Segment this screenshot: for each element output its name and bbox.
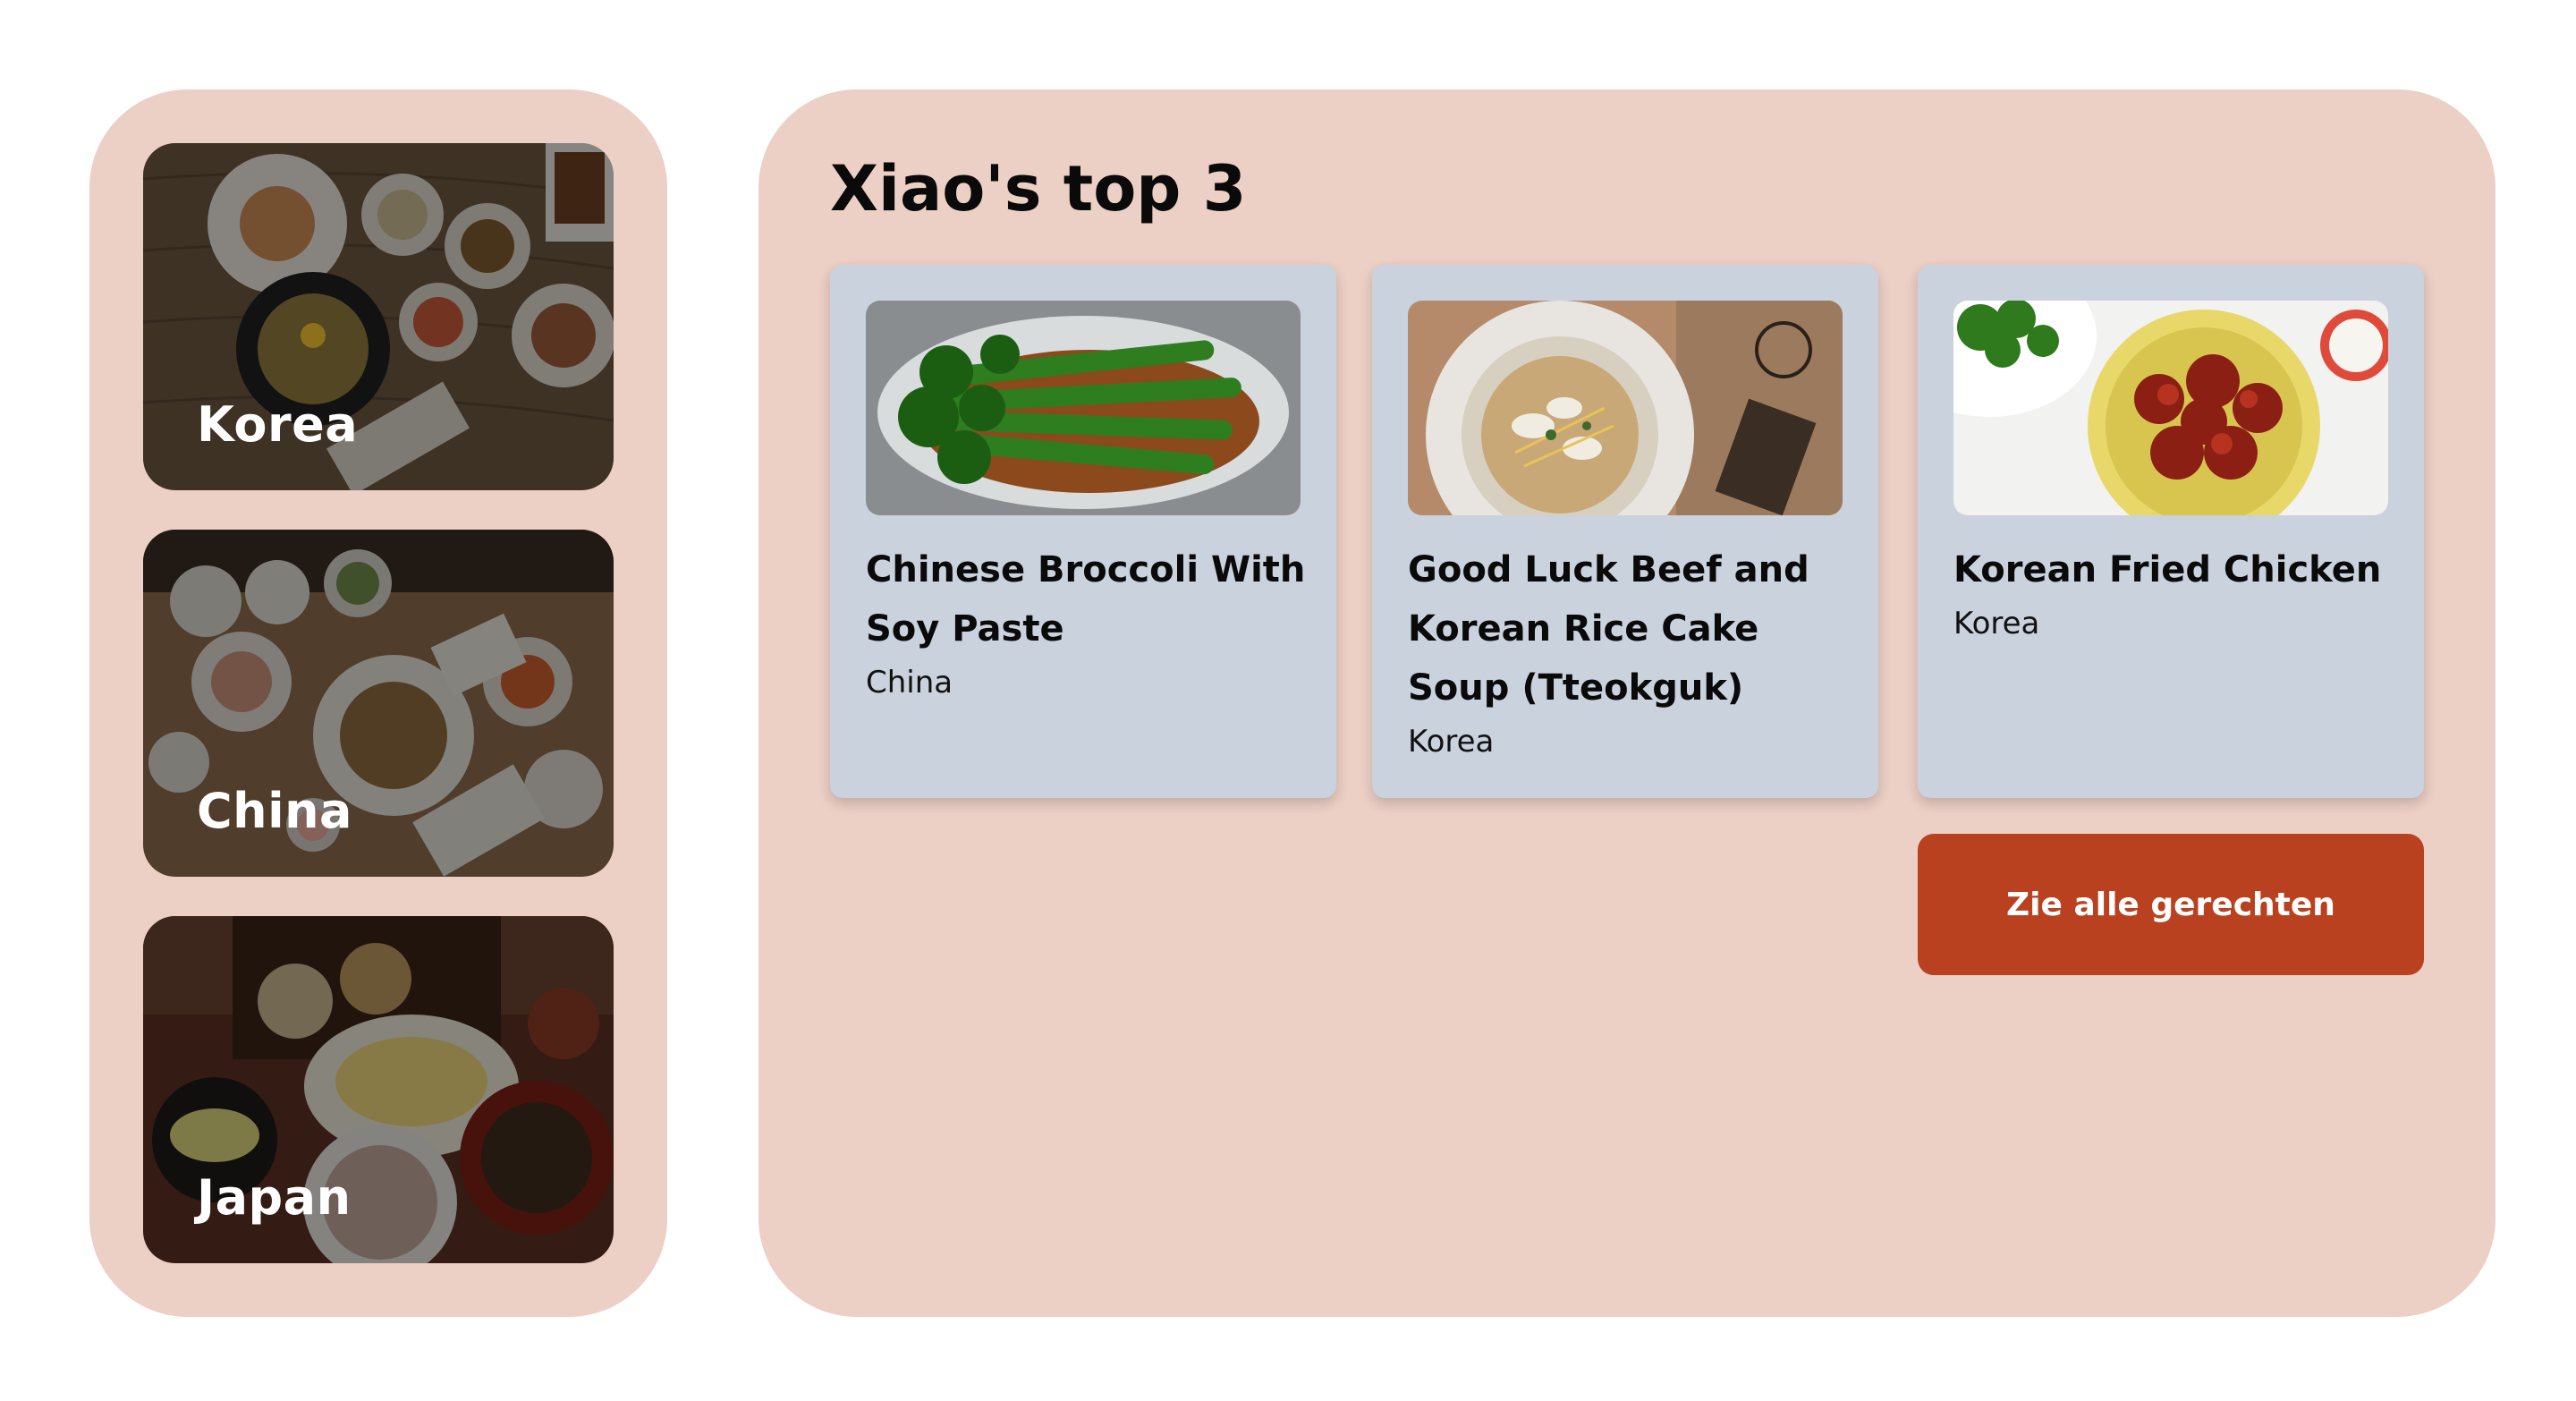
page-title: Xiao's top 3 <box>830 152 1247 225</box>
dish-card-fried-chicken[interactable]: Korean Fried Chicken Korea <box>1918 265 2424 798</box>
country-sidebar: Korea China Japan <box>89 89 667 1317</box>
country-tile-japan[interactable]: Japan <box>143 916 614 1263</box>
dish-country: China <box>866 665 953 700</box>
chicken-photo <box>1953 301 2388 515</box>
soup-photo <box>1408 301 1843 515</box>
dish-title: Good Luck Beef and Korean Rice Cake Soup… <box>1408 549 1809 709</box>
dish-photo <box>1408 301 1843 515</box>
dish-card-broccoli[interactable]: Chinese Broccoli With Soy Paste China <box>830 265 1336 798</box>
top-dishes-panel: Xiao's top 3 Chinese Broccoli With Soy P… <box>758 89 2496 1317</box>
dish-photo <box>866 301 1301 515</box>
dish-photo <box>1953 301 2388 515</box>
dish-info: Chinese Broccoli With Soy Paste China <box>866 540 1313 705</box>
dish-title: Chinese Broccoli With Soy Paste <box>866 549 1306 650</box>
country-label: Korea <box>197 396 359 453</box>
see-all-dishes-button[interactable]: Zie alle gerechten <box>1918 834 2424 975</box>
country-tile-china[interactable]: China <box>143 530 614 877</box>
dish-country: Korea <box>1953 606 2040 641</box>
dish-card-tteokguk[interactable]: Good Luck Beef and Korean Rice Cake Soup… <box>1372 265 1878 798</box>
dish-country: Korea <box>1408 724 1495 760</box>
broccoli-photo <box>866 301 1301 515</box>
country-tile-korea[interactable]: Korea <box>143 143 614 490</box>
country-label: China <box>197 783 352 839</box>
dish-info: Good Luck Beef and Korean Rice Cake Soup… <box>1408 540 1855 764</box>
country-label: Japan <box>197 1169 352 1226</box>
dish-info: Korean Fried Chicken Korea <box>1953 540 2401 646</box>
dish-title: Korean Fried Chicken <box>1953 549 2382 590</box>
